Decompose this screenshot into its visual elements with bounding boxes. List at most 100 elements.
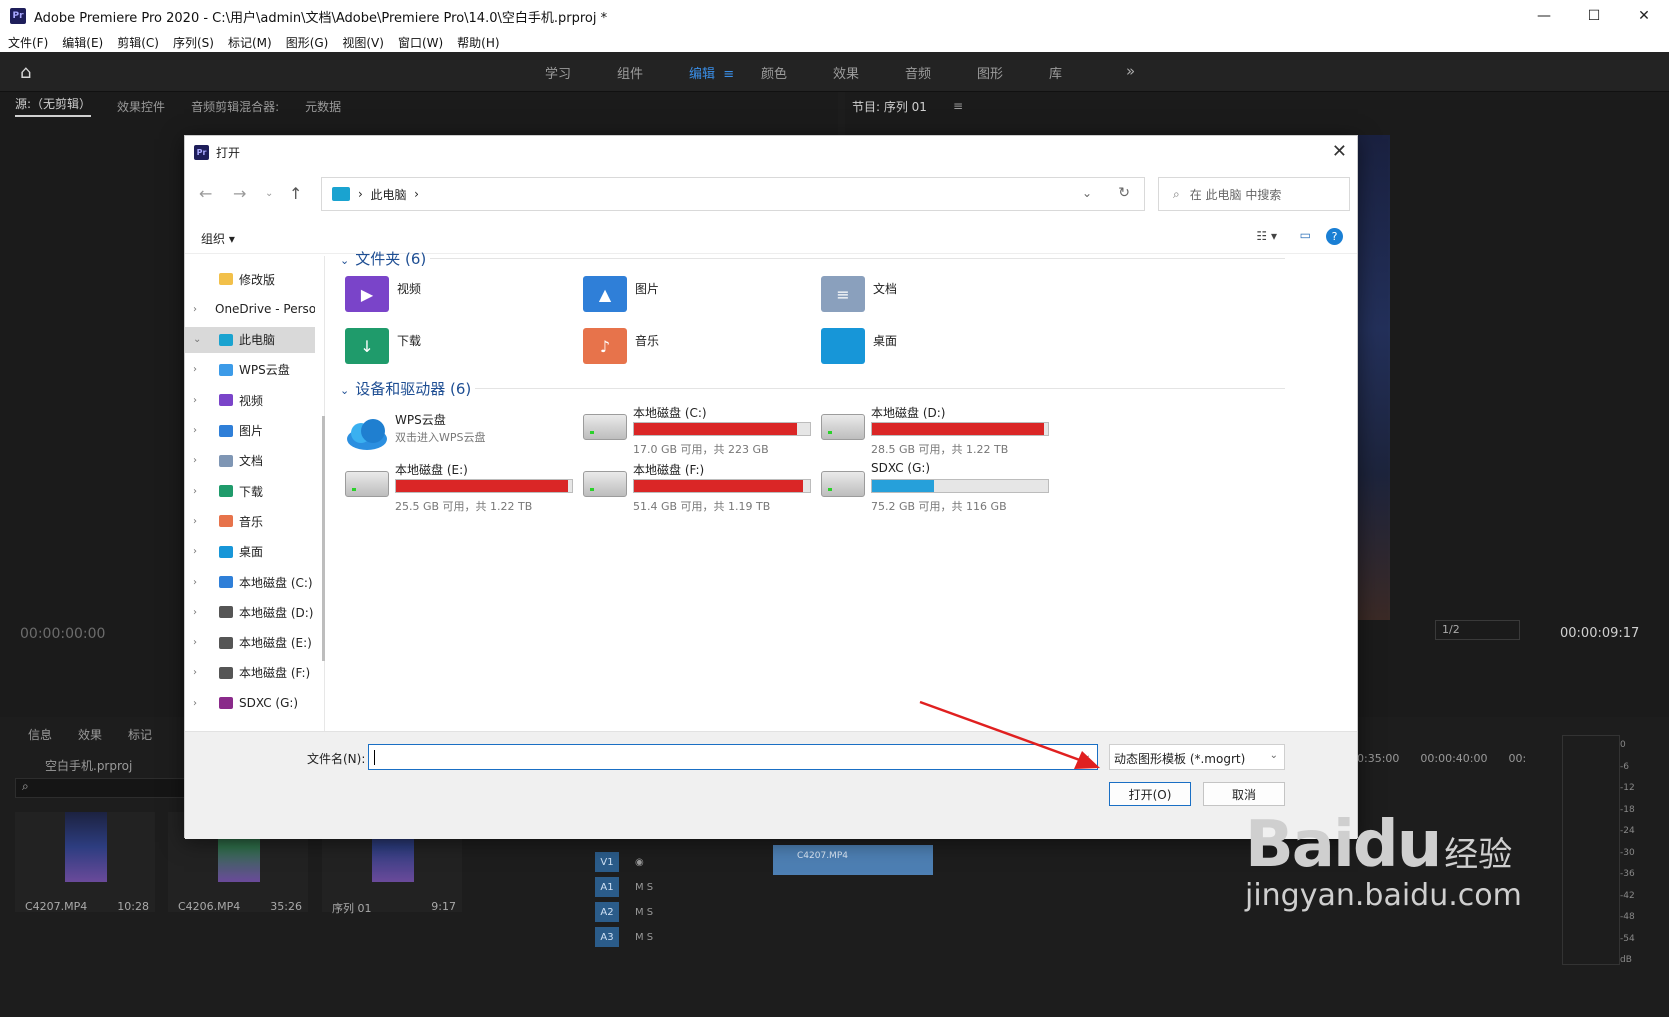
track-tag[interactable]: A1 [595,877,619,897]
organize-button[interactable]: 组织 ▾ [201,230,235,247]
expand-chevron-icon[interactable]: › [193,486,207,497]
search-box[interactable]: ⌕ 在 此电脑 中搜索 [1158,177,1350,211]
address-dropdown-icon[interactable]: ⌄ [1082,186,1092,200]
folders-group-header[interactable]: ⌄ 文件夹 (6) [340,248,426,269]
menu-view[interactable]: 视图(V) [342,34,384,51]
workspace-tab-assembly[interactable]: 组件 [617,63,689,82]
nav-scrollbar[interactable] [322,416,325,661]
filename-dropdown-icon[interactable]: ⌄ [1083,750,1091,761]
track-a3[interactable]: A3 M S [535,925,771,949]
expand-chevron-icon[interactable]: › [193,425,207,436]
track-a2[interactable]: A2 M S [535,900,771,924]
more-workspaces-icon[interactable]: » [1126,62,1135,80]
expand-chevron-icon[interactable]: › [193,546,207,557]
eye-icon[interactable]: ◉ [635,857,644,868]
nav-item[interactable]: 修改版 [185,266,315,292]
expand-chevron-icon[interactable]: › [193,395,207,406]
menu-markers[interactable]: 标记(M) [228,34,272,51]
program-menu-icon[interactable]: ≡ [953,99,963,113]
drive-item[interactable]: 本地磁盘 (F:) 51.4 GB 可用，共 1.19 TB [583,461,823,513]
menu-clip[interactable]: 剪辑(C) [117,34,159,51]
project-item[interactable]: C4207.MP4 10:28 [15,812,155,913]
address-bar[interactable]: › 此电脑 › ⌄ ↻ [321,177,1145,211]
tab-effect-controls[interactable]: 效果控件 [117,98,165,115]
file-type-filter[interactable]: 动态图形模板 (*.mogrt) ⌄ [1109,744,1285,770]
folder-item[interactable]: ▶ 视频 [345,276,545,320]
timeline-clip[interactable]: C4207.MP4 [773,845,933,875]
home-icon[interactable]: ⌂ [20,62,31,83]
expand-chevron-icon[interactable]: › [193,607,207,618]
refresh-icon[interactable]: ↻ [1118,185,1130,201]
expand-chevron-icon[interactable]: › [193,637,207,648]
workspace-tab-audio[interactable]: 音频 [905,63,977,82]
expand-chevron-icon[interactable]: › [193,667,207,678]
track-tag[interactable]: V1 [595,852,619,872]
nav-item[interactable]: › OneDrive - Personal [185,296,315,322]
expand-chevron-icon[interactable]: › [193,364,207,375]
drive-item[interactable]: 本地磁盘 (C:) 17.0 GB 可用，共 223 GB [583,404,823,456]
filename-input[interactable]: ⌄ [368,744,1098,770]
menu-window[interactable]: 窗口(W) [398,34,443,51]
expand-chevron-icon[interactable]: › [193,698,207,709]
forward-arrow-icon[interactable]: → [233,184,246,203]
project-search-input[interactable]: ⌕ [15,778,190,798]
tab-source[interactable]: 源:（无剪辑） [15,95,92,117]
drive-item[interactable]: 本地磁盘 (E:) 25.5 GB 可用，共 1.22 TB [345,461,585,513]
view-options-icon[interactable]: ☷ ▾ [1256,229,1277,243]
track-a1[interactable]: A1 M S [535,875,771,899]
track-v1[interactable]: V1 ◉ [535,850,771,874]
wps-cloud-item[interactable]: WPS云盘 双击进入WPS云盘 [345,411,585,461]
nav-item[interactable]: › SDXC (G:) [185,690,315,716]
track-toggles[interactable]: M S [635,882,653,893]
nav-item[interactable]: › 桌面 [185,539,315,565]
folder-item[interactable]: ♪ 音乐 [583,328,783,372]
drive-item[interactable]: 本地磁盘 (D:) 28.5 GB 可用，共 1.22 TB [821,404,1061,456]
minimize-button[interactable]: — [1519,0,1569,32]
nav-item[interactable]: ⌄ 此电脑 [185,326,315,353]
dialog-close-button[interactable]: ✕ [1332,141,1347,162]
back-arrow-icon[interactable]: ← [199,184,212,203]
help-icon[interactable]: ? [1326,228,1343,245]
folder-item[interactable]: ▲ 图片 [583,276,783,320]
workspace-tab-graphics[interactable]: 图形 [977,63,1049,82]
tab-markers[interactable]: 标记 [128,726,152,743]
nav-item[interactable]: › 下载 [185,478,315,504]
tab-audio-clip-mixer[interactable]: 音频剪辑混合器: [191,98,279,115]
menu-edit[interactable]: 编辑(E) [62,34,103,51]
open-button[interactable]: 打开(O) [1109,782,1191,806]
track-tag[interactable]: A2 [595,902,619,922]
nav-item[interactable]: › 音乐 [185,508,315,534]
nav-item[interactable]: › 文档 [185,448,315,474]
track-toggles[interactable]: M S [635,932,653,943]
nav-item[interactable]: › 本地磁盘 (C:) [185,569,315,595]
maximize-button[interactable]: ☐ [1569,0,1619,32]
track-tag[interactable]: A3 [595,927,619,947]
workspace-tab-color[interactable]: 颜色 [761,63,833,82]
nav-item[interactable]: › 本地磁盘 (D:) [185,599,315,625]
nav-item[interactable]: › WPS云盘 [185,357,315,383]
nav-item[interactable]: › 视频 [185,387,315,413]
menu-sequence[interactable]: 序列(S) [173,34,214,51]
timeline-ruler[interactable]: 00:35:00 00:00:40:00 00: [1350,752,1526,765]
track-toggles[interactable]: M S [635,907,653,918]
playback-resolution-select[interactable]: 1/2 [1435,620,1520,640]
drive-item[interactable]: SDXC (G:) 75.2 GB 可用，共 116 GB [821,461,1061,513]
program-title[interactable]: 节目: 序列 01 [852,98,927,115]
nav-item[interactable]: › 图片 [185,418,315,444]
workspace-tab-learn[interactable]: 学习 [545,63,617,82]
drives-group-header[interactable]: ⌄ 设备和驱动器 (6) [340,378,471,399]
up-arrow-icon[interactable]: ↑ [289,184,302,203]
recent-locations-chevron-icon[interactable]: ⌄ [265,188,273,199]
expand-chevron-icon[interactable]: › [193,304,197,315]
close-button[interactable]: ✕ [1619,0,1669,32]
breadcrumb[interactable]: 此电脑 [370,186,406,203]
expand-chevron-icon[interactable]: ⌄ [193,334,207,345]
tab-effects[interactable]: 效果 [78,726,102,743]
menu-graphics[interactable]: 图形(G) [286,34,329,51]
expand-chevron-icon[interactable]: › [193,516,207,527]
menu-help[interactable]: 帮助(H) [457,34,499,51]
nav-item[interactable]: › 本地磁盘 (F:) [185,660,315,686]
menu-file[interactable]: 文件(F) [8,34,48,51]
folder-item[interactable]: ≡ 文档 [821,276,1021,320]
workspace-menu-icon[interactable]: ≡ [723,67,734,82]
